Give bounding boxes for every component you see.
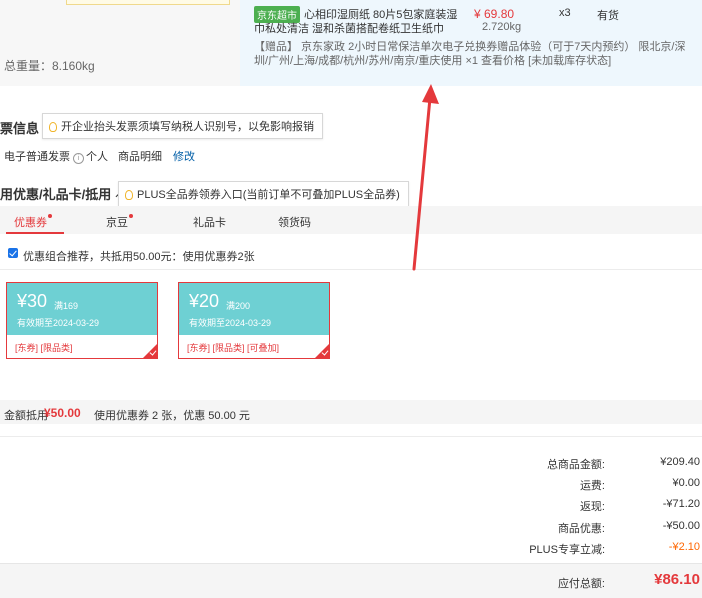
discount-summary-amount: ¥50.00 [44,406,81,420]
coupon-validity: 有效期至2024-03-29 [189,318,272,328]
coupon-amount: ¥20 [189,291,220,311]
goods-discount-value: -¥50.00 [662,520,700,532]
invoice-title-type: 个人 [86,151,108,163]
discount-section-title[interactable]: 用优惠/礼品卡/抵用 [0,184,126,203]
tab-coupon-label: 优惠券 [14,217,47,229]
tab-gift-card[interactable]: 礼品卡 [193,214,226,230]
combo-recommend-checkbox[interactable] [8,248,18,258]
invoice-type: 电子普通发票 i [4,148,84,164]
shipping-label: 运费: [579,480,605,492]
invoice-type-label: 电子普通发票 [4,151,70,163]
goods-discount-label: 商品优惠: [557,523,605,535]
tab-coupon[interactable]: 优惠券 [14,214,52,230]
product-weight: 2.720kg [482,21,522,33]
product-name-line2[interactable]: 巾私处清洁 湿和杀菌搭配卷纸卫生纸巾 [254,20,444,36]
red-dot-icon [48,214,52,218]
coupon-tags: [东券] [限品类] [可叠加] [187,343,280,353]
invoice-edit-link[interactable]: 修改 [173,148,195,164]
plus-tip-text: PLUS全品券领券入口(当前订单不可叠加PLUS全品券) [137,189,400,201]
coupon-tags: [东券] [限品类] [15,343,73,353]
plus-discount-label: PLUS专享立减: [529,544,605,556]
discount-title-text: 用优惠/礼品卡/抵用 [0,187,112,202]
payable-label: 应付总额: [557,578,605,590]
info-icon[interactable]: i [73,153,84,164]
invoice-section-title: 票信息 [0,121,40,136]
coupon-condition: 满169 [54,301,79,311]
coupon-validity: 有效期至2024-03-29 [17,318,100,328]
divider [0,269,702,270]
cashback-value: -¥71.20 [662,498,700,510]
red-dot-icon [129,214,133,218]
divider [0,436,702,437]
total-goods-label: 总商品金额: [546,459,605,471]
annotation-arrow-icon [412,84,439,271]
top-tip-fragment [66,0,230,5]
product-quantity: x3 [559,7,571,19]
invoice-content: 商品明细 [118,151,162,163]
payable-value: ¥86.10 [654,571,700,588]
discount-summary-desc: 使用优惠券 2 张，优惠 50.00 元 [94,410,250,422]
coupon-card[interactable]: ¥20 满200 有效期至2024-03-29 [东券] [限品类] [可叠加] [178,282,330,359]
product-price: ¥ 69.80 [474,7,515,21]
plus-discount-value: -¥2.10 [668,541,700,553]
coupon-condition: 满200 [226,301,251,311]
invoice-tip-text: 开企业抬头发票须填写纳税人识别号，以免影响报销 [61,121,314,133]
tab-pickup-code[interactable]: 领货码 [278,214,311,230]
combo-recommend-text: 优惠组合推荐，共抵用50.00元：使用优惠券2张 [23,251,255,263]
plus-coupon-tip[interactable]: PLUS全品券领券入口(当前订单不可叠加PLUS全品券) [118,181,409,207]
discount-summary-label: 金额抵用 [4,410,48,422]
total-weight: 总重量：8.160kg [4,59,95,73]
gift-description: 【赠品】 京东家政 2小时日常保洁单次电子兑换券赠品体验（可于7天内预约） 限北… [254,41,686,67]
lightbulb-icon [125,190,133,200]
coupon-amount: ¥30 [17,291,48,311]
total-goods-value: ¥209.40 [660,456,700,468]
coupon-card[interactable]: ¥30 满169 有效期至2024-03-29 [东券] [限品类] [6,282,158,359]
active-tab-underline [6,232,64,234]
lightbulb-icon [49,122,57,132]
cashback-label: 返现: [579,501,605,513]
product-stock-status: 有货 [597,10,619,22]
invoice-tip: 开企业抬头发票须填写纳税人识别号，以免影响报销 [42,113,323,139]
shipping-value: ¥0.00 [672,477,700,489]
tab-jingdou-label: 京豆 [106,217,128,229]
tab-jingdou[interactable]: 京豆 [106,214,133,230]
